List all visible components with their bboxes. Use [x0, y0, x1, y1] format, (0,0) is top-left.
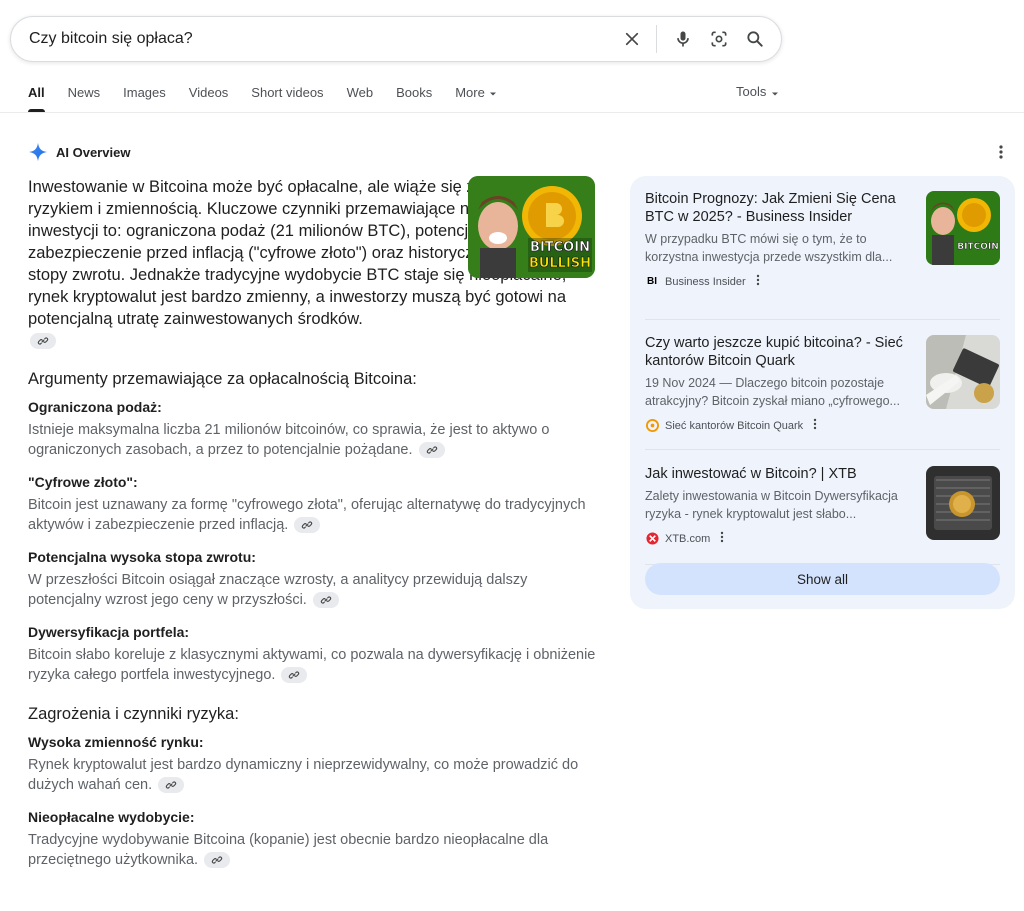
link-icon: [37, 337, 49, 345]
point-title: "Cyfrowe złoto":: [28, 474, 138, 490]
point-body: Rynek kryptowalut jest bardzo dynamiczny…: [28, 755, 598, 795]
bitcoin-quark-favicon: [645, 419, 659, 433]
thumb-text: BITCOIN: [530, 240, 590, 255]
link-icon: [289, 671, 300, 679]
tab-web[interactable]: Web: [347, 84, 374, 112]
source-more-icon[interactable]: [720, 531, 724, 546]
source-name: Sieć kantorów Bitcoin Quark: [665, 419, 804, 432]
lens-icon[interactable]: [701, 21, 737, 57]
source-card[interactable]: Jak inwestować w Bitcoin? | XTB Zalety i…: [645, 450, 1000, 565]
clear-icon[interactable]: [614, 21, 650, 57]
point-text: Istnieje maksymalna liczba 21 milionów b…: [28, 422, 550, 458]
search-divider: [656, 25, 657, 53]
link-icon: [426, 446, 437, 454]
thumb-text: BITCOIN: [957, 242, 998, 252]
more-options-icon[interactable]: [998, 144, 1004, 165]
source-title[interactable]: Jak inwestować w Bitcoin? | XTB: [645, 465, 913, 483]
gemini-sparkle-icon: [28, 142, 48, 162]
point-text: Tradycyjne wydobywanie Bitcoina (kopanie…: [28, 832, 549, 868]
source-title[interactable]: Bitcoin Prognozy: Jak Zmieni Się Cena BT…: [645, 190, 913, 226]
tabs-divider: [0, 112, 1024, 113]
show-all-button[interactable]: Show all: [645, 563, 1000, 595]
source-more-icon[interactable]: [813, 418, 817, 433]
point-text: Bitcoin słabo koreluje z klasycznymi akt…: [28, 647, 596, 683]
tools-label: Tools: [736, 84, 767, 99]
source-snippet: 19 Nov 2024 — Dlaczego bitcoin pozostaje…: [645, 376, 900, 408]
ai-overview-sections: Argumenty przemawiające za opłacalnością…: [28, 370, 598, 870]
source-snippet: Zalety inwestowania w Bitcoin Dywersyfik…: [645, 489, 898, 521]
section-heading: Argumenty przemawiające za opłacalnością…: [28, 370, 417, 388]
source-snippet: W przypadku BTC mówi się o tym, że to ko…: [645, 232, 893, 264]
point-title: Wysoka zmienność rynku:: [28, 734, 204, 750]
source-card[interactable]: Bitcoin Prognozy: Jak Zmieni Się Cena BT…: [645, 190, 1000, 320]
tab-all[interactable]: All: [28, 84, 45, 112]
source-more-icon[interactable]: [756, 274, 760, 289]
source-name: Business Insider: [665, 275, 746, 288]
point-title: Nieopłacalne wydobycie:: [28, 809, 195, 825]
point-body: Bitcoin słabo koreluje z klasycznymi akt…: [28, 645, 598, 685]
citation-chip[interactable]: [30, 332, 56, 349]
tab-videos[interactable]: Videos: [189, 84, 229, 112]
citation-chip[interactable]: [294, 517, 321, 534]
tab-more[interactable]: More: [455, 84, 498, 112]
sources-panel: Bitcoin Prognozy: Jak Zmieni Się Cena BT…: [630, 176, 1015, 609]
favicon-text: BI: [647, 276, 657, 287]
source-thumbnail[interactable]: [926, 466, 1000, 540]
point-title: Potencjalna wysoka stopa zwrotu:: [28, 549, 256, 565]
point-body: Tradycyjne wydobywanie Bitcoina (kopanie…: [28, 830, 598, 870]
source-card[interactable]: Czy warto jeszcze kupić bitcoina? - Sieć…: [645, 320, 1000, 450]
source-title[interactable]: Czy warto jeszcze kupić bitcoina? - Sieć…: [645, 334, 913, 370]
caret-down-icon: [772, 92, 779, 96]
business-insider-favicon: BI: [645, 275, 659, 289]
search-bar[interactable]: Czy bitcoin się opłaca?: [10, 16, 782, 62]
point-title: Ograniczona podaż:: [28, 399, 162, 415]
section-heading: Zagrożenia i czynniki ryzyka:: [28, 705, 239, 723]
search-tabs: All News Images Videos Short videos Web …: [28, 84, 521, 112]
citation-chip[interactable]: [418, 442, 445, 459]
link-icon: [320, 596, 332, 604]
tab-news[interactable]: News: [68, 84, 101, 112]
point-text: Rynek kryptowalut jest bardzo dynamiczny…: [28, 757, 579, 793]
link-icon: [302, 521, 313, 529]
source-name: XTB.com: [665, 532, 711, 545]
source-thumbnail[interactable]: BITCOIN: [926, 191, 1000, 265]
tab-images[interactable]: Images: [123, 84, 166, 112]
search-input[interactable]: Czy bitcoin się opłaca?: [29, 30, 614, 48]
point-title: Dywersyfikacja portfela:: [28, 624, 190, 640]
point-text: W przeszłości Bitcoin osiągał znaczące w…: [28, 572, 528, 608]
citation-chip[interactable]: [281, 667, 308, 684]
bitcoin-bullish-thumbnail[interactable]: BITCOIN BULLISH: [468, 176, 595, 278]
tools-button[interactable]: Tools: [736, 84, 780, 99]
thumb-text-2: BULLISH: [529, 256, 591, 271]
tab-short-videos[interactable]: Short videos: [251, 84, 323, 112]
link-icon: [165, 781, 177, 789]
microphone-icon[interactable]: [665, 21, 701, 57]
caret-down-icon: [489, 92, 496, 96]
source-attribution: BI Business Insider: [645, 274, 1000, 289]
point-body: W przeszłości Bitcoin osiągał znaczące w…: [28, 570, 598, 610]
tab-books[interactable]: Books: [396, 84, 432, 112]
point-body: Bitcoin jest uznawany za formę "cyfroweg…: [28, 495, 598, 535]
tab-more-label: More: [455, 85, 485, 100]
citation-chip[interactable]: [204, 852, 231, 869]
ai-overview-content: BITCOIN BULLISH Inwestowanie w Bitcoina …: [28, 176, 598, 870]
search-icon[interactable]: [737, 21, 773, 57]
xtb-favicon: [645, 532, 659, 546]
citation-chip[interactable]: [312, 592, 339, 609]
source-attribution: Sieć kantorów Bitcoin Quark: [645, 418, 1000, 433]
source-thumbnail[interactable]: [926, 335, 1000, 409]
ai-overview-header: AI Overview: [28, 142, 130, 162]
citation-chip[interactable]: [158, 777, 185, 794]
link-icon: [211, 856, 223, 864]
ai-overview-label: AI Overview: [56, 144, 131, 160]
point-body: Istnieje maksymalna liczba 21 milionów b…: [28, 420, 598, 460]
